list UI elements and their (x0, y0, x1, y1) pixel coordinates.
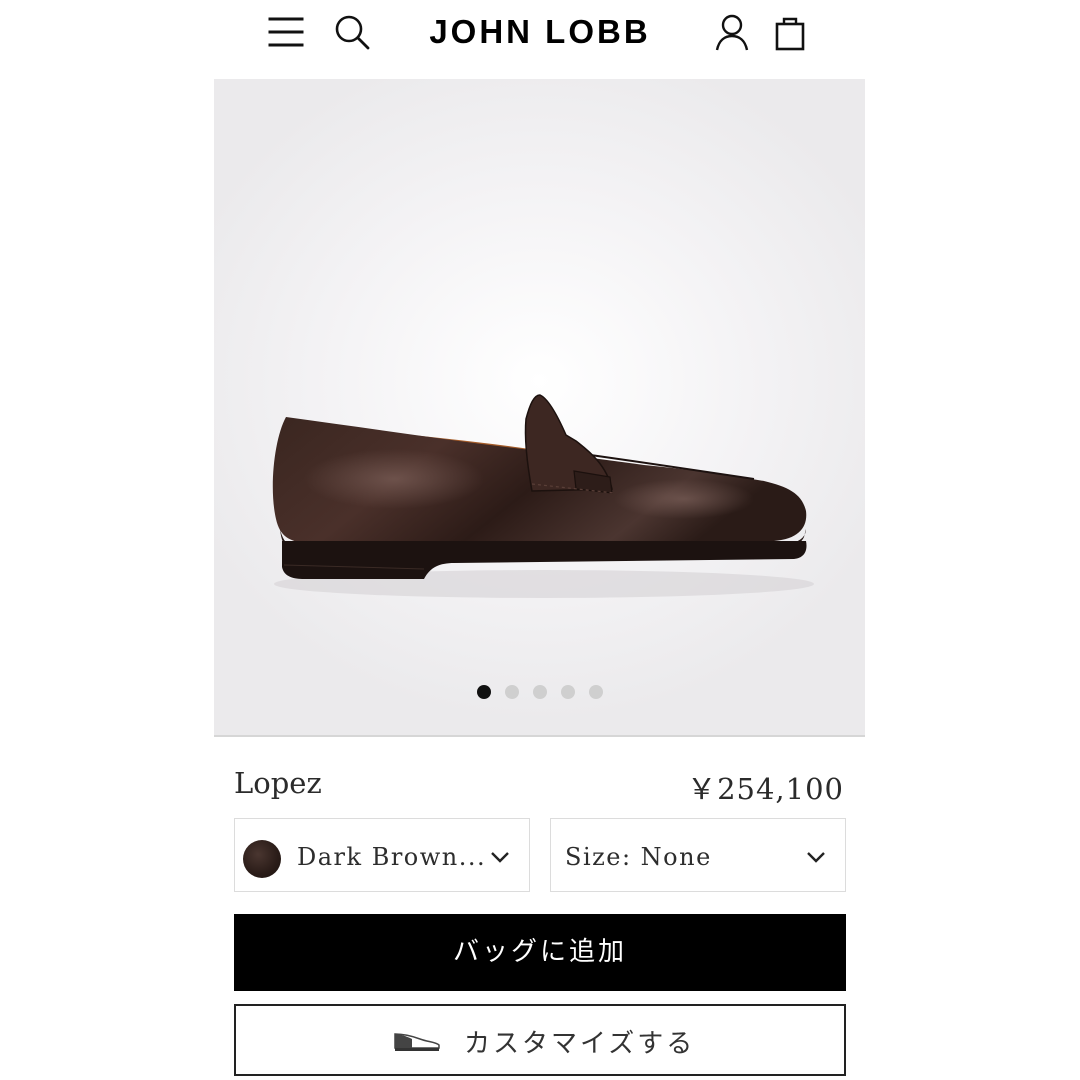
product-image[interactable] (214, 79, 865, 735)
product-price: ￥254,100 (687, 772, 844, 806)
color-swatch (243, 840, 281, 878)
slide-dot-1[interactable] (476, 685, 491, 699)
color-select-label: Dark Brown... (297, 843, 487, 871)
customize-label: カスタマイズする (464, 1029, 696, 1059)
size-select[interactable]: Size: None (550, 818, 846, 892)
product-image-gallery[interactable] (214, 79, 865, 737)
slide-dot-3[interactable] (532, 685, 547, 699)
site-header: JOHN LOBB (0, 0, 1080, 70)
customize-button[interactable]: カスタマイズする (234, 1004, 846, 1076)
brand-text[interactable]: JOHN LOBB (429, 13, 650, 50)
brand-logo[interactable]: JOHN LOBB (0, 8, 1080, 56)
slide-dot-4[interactable] (560, 685, 575, 699)
chevron-down-icon (491, 852, 509, 863)
slide-dot-2[interactable] (504, 685, 519, 699)
color-select[interactable]: Dark Brown... (234, 818, 530, 892)
slide-dot-5[interactable] (588, 685, 603, 699)
slide-indicators (214, 685, 865, 703)
product-name: Lopez (234, 766, 322, 800)
account-icon[interactable] (710, 10, 754, 54)
shoe-icon (394, 1033, 440, 1051)
size-select-label: Size: None (565, 843, 712, 871)
chevron-down-icon (807, 852, 825, 863)
bag-icon[interactable] (768, 10, 812, 54)
add-to-bag-button[interactable]: バッグに追加 (234, 914, 846, 991)
